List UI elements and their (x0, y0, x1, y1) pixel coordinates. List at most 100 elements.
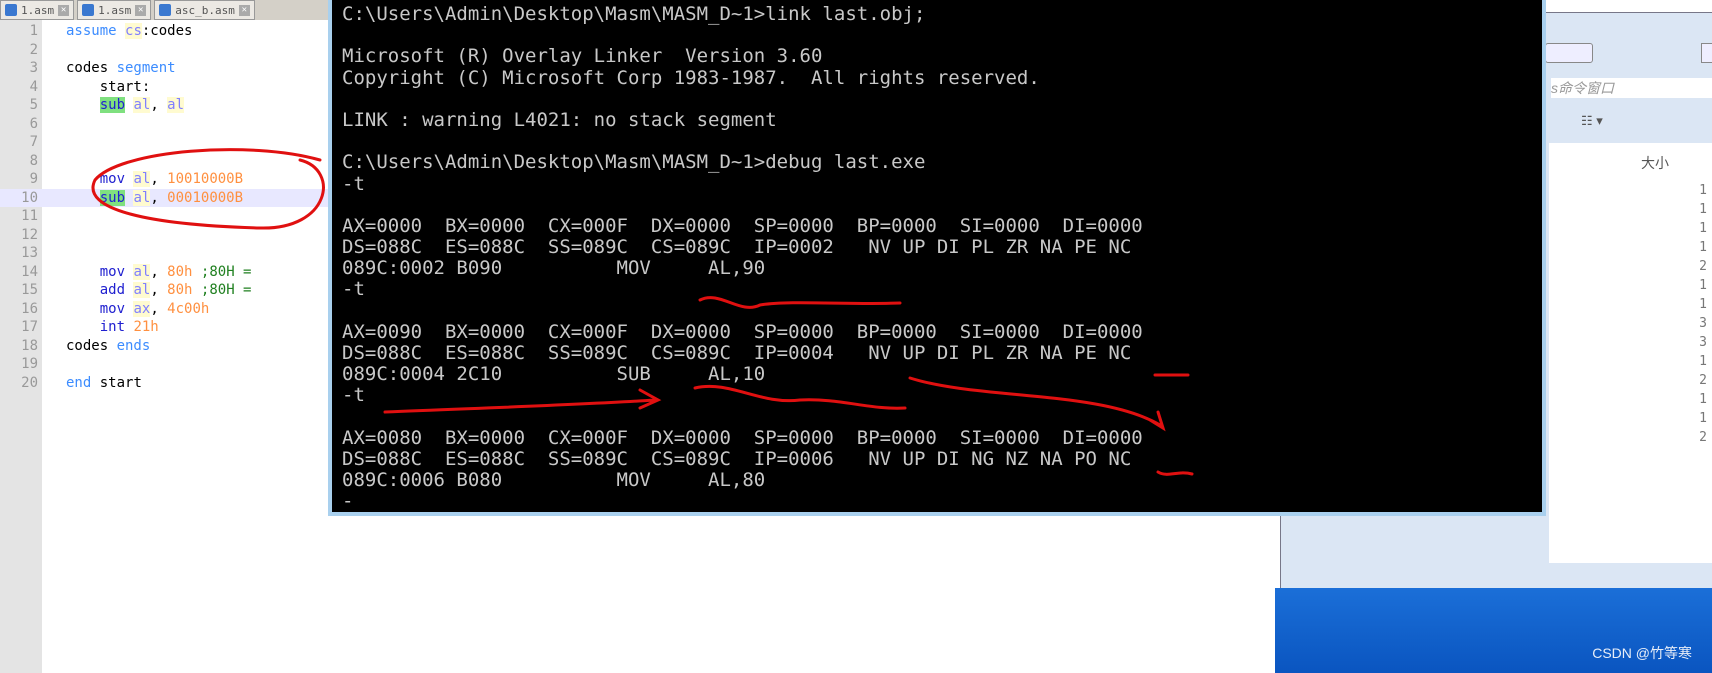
file-size: 2 (1699, 259, 1707, 274)
file-size: 1 (1699, 354, 1707, 369)
file-size: 1 (1699, 297, 1707, 312)
watermark: CSDN @竹等寒 (1592, 645, 1692, 661)
line-number: 5 (29, 97, 38, 114)
close-icon[interactable]: ✕ (58, 4, 70, 16)
file-size: 1 (1699, 183, 1707, 198)
file-size: 1 (1699, 411, 1707, 426)
save-icon (82, 4, 95, 16)
line-number: 2 (29, 41, 38, 58)
line-text: end start (66, 374, 142, 391)
editor-tab[interactable]: 1.asm ✕ (77, 0, 152, 20)
line-number: 8 (29, 152, 38, 169)
editor-tab[interactable]: 1.asm ✕ (0, 0, 75, 20)
console-line: - (342, 490, 354, 513)
line-number: 16 (21, 300, 38, 317)
close-icon[interactable]: ✕ (135, 4, 147, 16)
code-area[interactable]: 1 assume cs:codes 2 3 codes segment 4 start: 5… (0, 22, 330, 392)
console-line: AX=0000 BX=0000 CX=000F DX=0000 SP=0000 … (342, 214, 1143, 237)
file-size: 2 (1699, 430, 1707, 445)
code-line[interactable]: 17 int 21h (0, 318, 330, 337)
code-line[interactable]: 16 mov ax, 4c00h (0, 300, 330, 319)
editor-tab[interactable]: asc_b.asm ✕ (154, 0, 255, 20)
maximize-button[interactable] (1701, 43, 1712, 63)
console-line: C:\Users\Admin\Desktop\Masm\MASM_D~1>lin… (342, 3, 926, 25)
console-line: DS=088C ES=088C SS=089C CS=089C IP=0002 … (342, 236, 1132, 259)
address-bar[interactable]: s命令窗口 (1551, 78, 1712, 98)
line-text: add al, 80h ;80H = (99, 282, 252, 299)
line-number: 18 (21, 337, 38, 354)
save-icon (159, 4, 172, 16)
save-icon (5, 4, 17, 16)
size-column: 1 1 1 1 2 1 1 3 3 1 2 1 1 2 (1699, 181, 1707, 447)
code-line[interactable]: 1 assume cs:codes (0, 22, 330, 41)
command-prompt-window[interactable]: C:\Users\Admin\Desktop\Masm\MASM_D~1>lin… (328, 0, 1546, 516)
code-line[interactable]: 4 start: (0, 78, 330, 97)
console-line: AX=0080 BX=0000 CX=000F DX=0000 SP=0000 … (342, 426, 1143, 449)
console-line: LINK : warning L4021: no stack segment (342, 108, 777, 131)
taskbar: CSDN @竹等寒 (1275, 588, 1712, 673)
console-line: -t (342, 384, 365, 407)
code-line[interactable]: 5 sub al, al (0, 96, 330, 115)
code-line[interactable]: 13 (0, 244, 330, 263)
line-number: 9 (29, 171, 38, 188)
file-size: 1 (1699, 240, 1707, 255)
close-icon[interactable]: ✕ (238, 4, 250, 16)
line-text: mov ax, 4c00h (99, 300, 210, 317)
code-line[interactable]: 20 end start (0, 374, 330, 393)
console-line: Microsoft (R) Overlay Linker Version 3.6… (342, 45, 823, 68)
console-line: 089C:0004 2C10 SUB AL,10 (342, 363, 766, 386)
code-line[interactable]: 18 codes ends (0, 337, 330, 356)
code-line[interactable]: 3 codes segment (0, 59, 330, 78)
code-line[interactable]: 12 (0, 226, 330, 245)
line-number: 3 (29, 60, 38, 77)
code-line[interactable]: 10 sub al, 00010000B (0, 188, 330, 207)
editor-tabs: 1.asm ✕ 1.asm ✕ asc_b.asm ✕ (0, 0, 330, 20)
line-number: 13 (21, 245, 38, 262)
console-line: -t (342, 278, 365, 301)
code-line[interactable]: 8 (0, 152, 330, 171)
code-line[interactable]: 11 (0, 207, 330, 226)
line-number: 20 (21, 374, 38, 391)
line-number: 12 (21, 226, 38, 243)
code-line[interactable]: 15 add al, 80h ;80H = (0, 281, 330, 300)
code-line[interactable]: 7 (0, 133, 330, 152)
line-text: codes ends (66, 337, 151, 354)
file-size: 3 (1699, 335, 1707, 350)
line-text: sub al, al (99, 97, 185, 114)
line-number: 4 (29, 78, 38, 95)
line-number: 17 (21, 319, 38, 336)
file-size: 3 (1699, 316, 1707, 331)
console-line: C:\Users\Admin\Desktop\Masm\MASM_D~1>deb… (342, 151, 926, 174)
console-line: -t (342, 172, 365, 195)
line-text: assume cs:codes (66, 23, 193, 40)
line-number: 6 (29, 115, 38, 132)
line-number: 7 (29, 134, 38, 151)
code-line[interactable]: 19 (0, 355, 330, 374)
line-number: 1 (29, 23, 38, 40)
code-line[interactable]: 6 (0, 115, 330, 134)
console-line: 089C:0002 B090 MOV AL,90 (342, 257, 766, 280)
line-number: 11 (21, 208, 38, 225)
line-number: 10 (21, 189, 38, 206)
code-line[interactable]: 9 mov al, 10010000B (0, 170, 330, 189)
code-line[interactable]: 14 mov al, 80h ;80H = (0, 263, 330, 282)
console-line: DS=088C ES=088C SS=089C CS=089C IP=0006 … (342, 447, 1132, 470)
code-line[interactable]: 2 (0, 41, 330, 60)
line-text: mov al, 10010000B (99, 171, 244, 188)
column-header-size[interactable]: 大小 (1641, 153, 1669, 173)
console-line: AX=0090 BX=0000 CX=000F DX=0000 SP=0000 … (342, 320, 1143, 343)
file-size: 1 (1699, 278, 1707, 293)
file-size: 2 (1699, 373, 1707, 388)
file-size: 1 (1699, 221, 1707, 236)
line-text: mov al, 80h ;80H = (99, 263, 252, 280)
line-text: int 21h (99, 319, 159, 336)
line-text: codes segment (66, 60, 176, 77)
view-options-icon[interactable]: ☷ ▾ (1581, 113, 1603, 129)
minimize-button[interactable] (1545, 43, 1593, 63)
code-editor: 1.asm ✕ 1.asm ✕ asc_b.asm ✕ 1 assume cs:codes 2… (0, 0, 330, 673)
